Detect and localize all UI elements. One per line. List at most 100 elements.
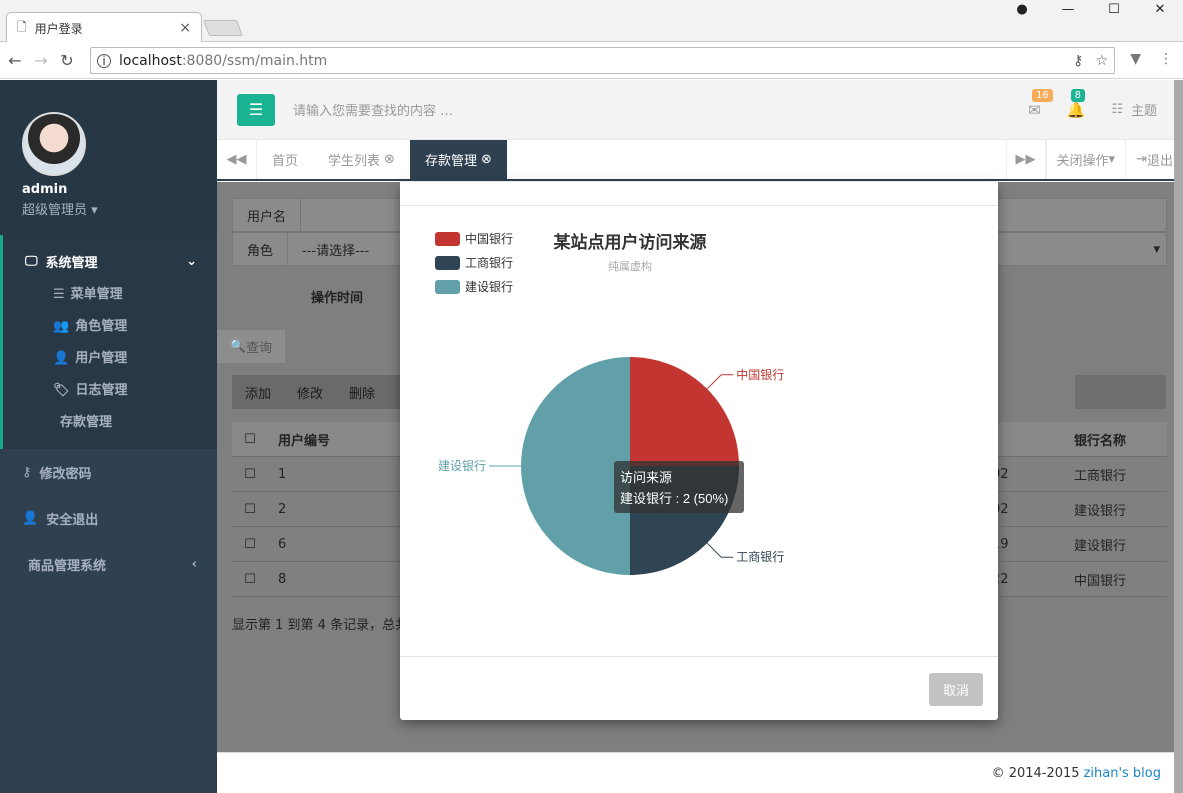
tooltip-text: 建设银行 : 2 (50%) (620, 491, 728, 506)
modal-header (400, 182, 998, 206)
tab-deposit-management[interactable]: 存款管理 ⊗ (409, 140, 507, 179)
reload-icon[interactable]: ↻ (54, 51, 80, 70)
tab-student-list[interactable]: 学生列表 ⊗ (313, 140, 410, 179)
sidebar-item-change-password[interactable]: ⚷ 修改密码 (0, 449, 217, 495)
legend-label-2[interactable]: 建设银行 (465, 280, 513, 294)
legend-swatch-0[interactable] (435, 232, 460, 246)
profile-icon[interactable]: ● (999, 0, 1045, 22)
top-navbar: ☰ 请输入您需要查找的内容 … ✉ 16 🔔 8 ☷ 主题 (217, 80, 1183, 140)
back-icon[interactable]: ← (2, 51, 28, 70)
minimize-button[interactable]: — (1045, 0, 1091, 22)
url-host: localhost (119, 52, 182, 69)
role-select[interactable]: ---请选择--- (288, 240, 369, 259)
bell-icon: 🔔 (1066, 100, 1086, 119)
backward-icon: ◀◀ (226, 152, 247, 167)
sidebar-item-goods[interactable]: 商品管理系统 ‹ (0, 541, 217, 587)
tab-home[interactable]: 首页 (257, 140, 313, 179)
cell-id: 8 (278, 571, 287, 587)
menu-system-label: 系统管理 (45, 255, 98, 271)
chart-legend: 中国银行工商银行建设银行 (435, 231, 513, 294)
legend-label-0[interactable]: 中国银行 (465, 231, 513, 246)
pie-label-2: 建设银行 (438, 459, 486, 473)
row-checkbox[interactable]: ☐ (232, 572, 268, 587)
sidebar-item-deposits[interactable]: 存款管理 (3, 407, 217, 439)
key-icon[interactable]: ⚷ (1073, 53, 1083, 69)
cell-bank: 中国银行 (1074, 573, 1127, 589)
tabs-prev-button[interactable]: ◀◀ (217, 140, 257, 179)
content-tabs: ◀◀ 首页 学生列表 ⊗ 存款管理 ⊗ ▶▶ 关闭操作 ▾ ⇥ 退出 (217, 140, 1183, 181)
profile-panel: admin 超级管理员 ▾ (0, 80, 217, 235)
legend-swatch-2[interactable] (435, 280, 460, 294)
user-name: admin (22, 182, 68, 197)
avatar[interactable] (22, 112, 86, 176)
maximize-button[interactable]: ☐ (1091, 0, 1137, 22)
key-icon: ⚷ (22, 464, 32, 480)
pie-slice-0[interactable] (630, 357, 739, 466)
row-checkbox[interactable]: ☐ (232, 467, 268, 482)
blog-link[interactable]: zihan's blog (1084, 766, 1161, 781)
tab-close-icon[interactable]: ⊗ (384, 152, 395, 167)
theme-button[interactable]: ☷ 主题 (1111, 100, 1157, 119)
tags-icon: 🏷 (53, 383, 70, 398)
close-window-button[interactable]: ✕ (1137, 0, 1183, 22)
top-search-input[interactable]: 请输入您需要查找的内容 … (293, 100, 453, 119)
legend-label-1[interactable]: 工商银行 (465, 255, 513, 270)
query-button[interactable]: 🔍 查询 (217, 330, 285, 363)
tab-label: 学生列表 (328, 154, 381, 169)
sidebar-item-label: 菜单管理 (70, 287, 123, 302)
delete-button[interactable]: 删除 (349, 383, 375, 402)
sliders-icon: ☰ (53, 287, 65, 302)
sidebar-item-menu[interactable]: ☰ 菜单管理 (3, 279, 217, 311)
tab-label: 首页 (272, 154, 299, 169)
sidebar-item-logout[interactable]: 👤 安全退出 (0, 495, 217, 541)
forward-icon[interactable]: → (28, 51, 54, 70)
edit-button[interactable]: 修改 (297, 383, 323, 402)
mail-button[interactable]: ✉ 16 (1028, 88, 1053, 119)
menu-group-system: 🖵 系统管理 ⌄ ☰ 菜单管理 👥 角色管理 👤 用户管理 🏷 日志管理 存款管理 (0, 235, 217, 449)
sidebar-item-users[interactable]: 👤 用户管理 (3, 343, 217, 375)
page-icon: 🗋 (17, 19, 27, 34)
sidebar-item-label: 角色管理 (75, 319, 128, 334)
sidebar-item-logs[interactable]: 🏷 日志管理 (3, 375, 217, 407)
pie-slice-2[interactable] (521, 357, 630, 575)
user-role-dropdown[interactable]: 超级管理员 ▾ (22, 199, 195, 218)
row-checkbox[interactable]: ☐ (232, 537, 268, 552)
extension-icon[interactable]: ▼ (1130, 51, 1141, 67)
cell-id: 1 (278, 466, 287, 482)
new-tab-button[interactable] (203, 20, 243, 36)
browser-titlebar: 🗋 用户登录 × ● — ☐ ✕ (0, 0, 1183, 43)
tab-close-icon[interactable]: × (179, 20, 191, 36)
tab-close-icon[interactable]: ⊗ (481, 152, 492, 167)
sidebar-item-roles[interactable]: 👥 角色管理 (3, 311, 217, 343)
user-icon: 👤 (53, 351, 70, 366)
role-label: 角色 (233, 233, 289, 265)
select-all-checkbox[interactable]: ☐ (232, 432, 268, 447)
page-scrollbar[interactable] (1174, 80, 1183, 793)
menu-dots-icon[interactable]: ⋮ (1159, 51, 1173, 67)
pie-label-line-0 (706, 374, 734, 390)
tooltip-title: 访问来源 (620, 470, 672, 485)
star-icon[interactable]: ☆ (1095, 53, 1108, 69)
tabs-next-button[interactable]: ▶▶ (1005, 140, 1046, 179)
chart-title: 某站点用户访问来源 (554, 232, 707, 252)
add-button[interactable]: 添加 (245, 383, 271, 402)
copyright-text: © 2014-2015 (991, 765, 1080, 781)
hamburger-icon: ☰ (248, 100, 264, 119)
row-checkbox[interactable]: ☐ (232, 502, 268, 517)
cancel-button[interactable]: 取消 (929, 673, 983, 706)
address-input[interactable]: i localhost:8080/ssm/main.htm ⚷ ☆ (90, 47, 1115, 74)
desktop-icon: 🖵 (25, 253, 38, 269)
menu-system-header[interactable]: 🖵 系统管理 ⌄ (3, 251, 217, 271)
modal-footer: 取消 (400, 656, 998, 720)
info-icon[interactable]: i (97, 53, 111, 68)
legend-swatch-1[interactable] (435, 256, 460, 270)
table-view-tools[interactable] (1075, 375, 1166, 409)
browser-tab-title: 用户登录 (34, 21, 83, 36)
statistics-modal: 中国银行 工商银行 建设银行 某站点用户访问来源 纯属虚构 中国银行 工商银行 建设银行… (400, 182, 998, 720)
address-bar-row: ← → ↻ i localhost:8080/ssm/main.htm ⚷ ☆ ▼… (0, 42, 1183, 79)
pie-label-0: 中国银行 (736, 367, 784, 382)
menu-toggle-button[interactable]: ☰ (237, 93, 275, 126)
notifications-button[interactable]: 🔔 8 (1066, 88, 1086, 119)
close-operations-dropdown[interactable]: 关闭操作 ▾ (1045, 140, 1126, 179)
browser-tab[interactable]: 🗋 用户登录 × (6, 12, 202, 43)
